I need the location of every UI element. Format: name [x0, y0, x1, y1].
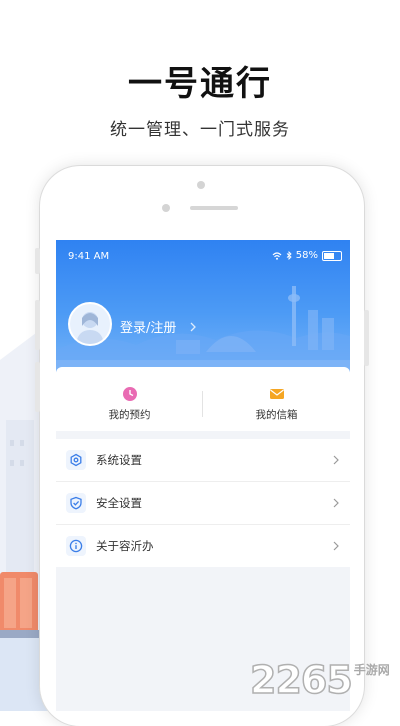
bluetooth-icon — [286, 251, 292, 260]
avatar[interactable] — [68, 302, 112, 346]
quick-action-label: 我的预约 — [108, 409, 151, 421]
status-indicators: 58% — [272, 250, 342, 261]
earpiece-speaker — [190, 206, 238, 210]
my-appointments-button[interactable]: 我的预约 — [56, 367, 203, 431]
battery-percent: 58% — [295, 250, 318, 261]
phone-side-button — [364, 310, 369, 366]
quick-actions-card: 我的预约 我的信箱 — [56, 367, 350, 431]
chevron-right-icon — [333, 498, 339, 508]
gear-icon — [66, 450, 86, 470]
headline: 一号通行 — [128, 64, 272, 104]
settings-menu: 系统设置 安全设置 关于容沂办 — [56, 439, 350, 567]
login-register-link[interactable]: 登录/注册 — [120, 317, 176, 336]
phone-side-button — [35, 248, 40, 274]
shield-icon — [66, 493, 86, 513]
menu-label: 系统设置 — [96, 453, 142, 467]
status-time: 9:41 AM — [68, 251, 110, 262]
watermark-number: 2265 — [249, 658, 353, 702]
chevron-right-icon — [333, 455, 339, 465]
user-avatar-icon — [76, 312, 104, 344]
mail-icon — [270, 389, 284, 399]
subline: 统一管理、一门式服务 — [110, 120, 290, 140]
menu-label: 关于容沂办 — [96, 539, 154, 553]
profile-header: 9:41 AM 58% 登录/注册 — [56, 240, 350, 375]
front-camera — [197, 181, 205, 189]
proximity-sensor — [162, 204, 170, 212]
chevron-right-icon — [190, 322, 196, 332]
status-bar: 9:41 AM 58% — [56, 240, 350, 272]
menu-item-about[interactable]: 关于容沂办 — [56, 525, 350, 567]
menu-label: 安全设置 — [96, 496, 142, 510]
phone-side-button — [35, 362, 40, 412]
menu-item-system-settings[interactable]: 系统设置 — [56, 439, 350, 482]
chevron-right-icon — [333, 541, 339, 551]
app-screen: 9:41 AM 58% 登录/注册 我的预约 我的信箱 系统设置 安全设置 关于… — [56, 240, 350, 711]
battery-icon — [322, 250, 342, 261]
wifi-icon — [272, 251, 282, 260]
quick-action-label: 我的信箱 — [255, 409, 298, 421]
my-mailbox-button[interactable]: 我的信箱 — [203, 367, 350, 431]
menu-item-security-settings[interactable]: 安全设置 — [56, 482, 350, 525]
info-icon — [66, 536, 86, 556]
watermark-text: 手游网 — [353, 663, 390, 677]
clock-icon — [123, 387, 137, 401]
phone-side-button — [35, 300, 40, 350]
site-watermark: 2265 手游网 — [249, 658, 390, 702]
